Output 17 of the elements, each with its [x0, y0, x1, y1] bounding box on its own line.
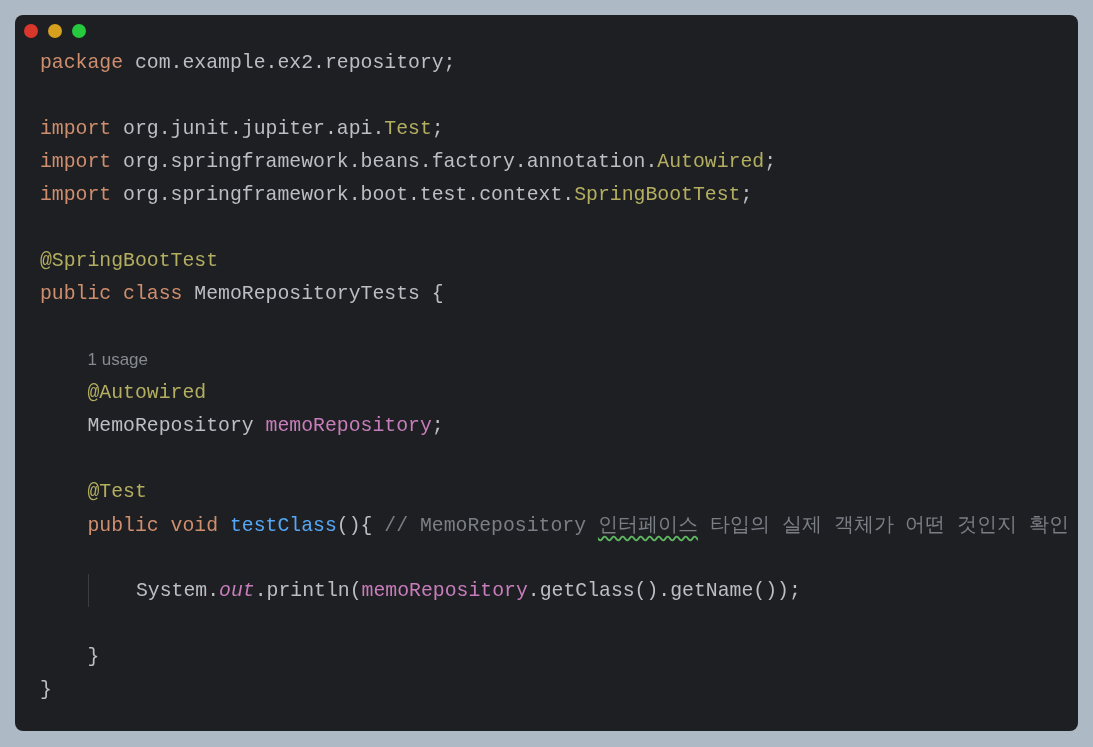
close-window-button[interactable]: [24, 24, 38, 38]
code-line: public class MemoRepositoryTests {: [40, 282, 444, 305]
code-line: }: [40, 678, 52, 701]
code-line: MemoRepository memoRepository;: [87, 414, 444, 437]
code-line: package com.example.ex2.repository;: [40, 51, 456, 74]
code-line: @Autowired: [87, 381, 207, 404]
code-line: import org.springframework.beans.factory.annotation.Autowired;: [40, 150, 776, 173]
minimize-window-button[interactable]: [48, 24, 62, 38]
code-line: import org.junit.jupiter.api.Test;: [40, 117, 444, 140]
code-line: import org.springframework.boot.test.context.SpringBootTest;: [40, 183, 753, 206]
usage-hint: 1 usage: [87, 349, 148, 370]
code-line: @SpringBootTest: [40, 249, 219, 272]
code-line: System.out.println(memoRepository.getClass().getName());: [136, 579, 801, 602]
code-line: public void testClass(){ // MemoRepository 인터페이스 타입의 실제 객체가 어떤 것인지 확인: [87, 514, 1070, 538]
code-line: }: [87, 645, 100, 668]
zoom-window-button[interactable]: [72, 24, 86, 38]
code-line: @Test: [87, 480, 147, 503]
